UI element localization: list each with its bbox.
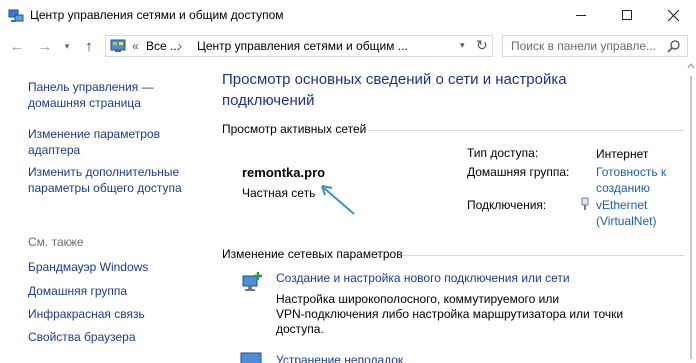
minimize-button[interactable] (558, 0, 604, 30)
close-button[interactable] (650, 0, 696, 30)
sidebar-item-firewall[interactable]: Брандмауэр Windows (28, 259, 148, 275)
new-connection-description: Настройка широкополосного, коммутируемог… (276, 292, 623, 337)
search-placeholder: Поиск в панели управле... (511, 39, 657, 53)
annotation-arrow-icon (321, 185, 355, 215)
sidebar-item-label: параметры общего доступа (28, 181, 182, 195)
divider (368, 130, 684, 131)
sidebar-item-label: Изменение параметров (28, 127, 160, 141)
troubleshoot-icon (240, 352, 262, 363)
sidebar-item-label: Панель управления — (28, 80, 154, 94)
network-name: remontka.pro (242, 165, 326, 180)
minimize-icon (576, 14, 586, 16)
connection-link-line: (VirtualNet) (596, 214, 657, 228)
connections-label: Подключения: (467, 198, 547, 212)
active-networks-heading: Просмотр активных сетей (222, 122, 367, 136)
maximize-button[interactable] (604, 0, 650, 30)
connection-link-line: vEthernet (596, 198, 648, 212)
network-type-link[interactable]: Частная сеть (242, 186, 315, 200)
homegroup-link-line: созданию (596, 181, 650, 195)
window-title: Центр управления сетями и общим доступом (30, 8, 284, 22)
control-panel-icon (110, 39, 126, 52)
ethernet-icon (581, 197, 589, 210)
homegroup-label: Домашняя группа: (467, 165, 570, 179)
homegroup-link[interactable]: Готовность к созданию (596, 164, 666, 196)
page-title-line: Просмотр основных сведений о сети и наст… (222, 71, 567, 88)
maximize-icon (622, 10, 632, 20)
sidebar-item-label: домашняя страница (28, 96, 141, 110)
refresh-icon[interactable]: ↻ (476, 37, 488, 54)
sidebar-item-adapter-settings[interactable]: Изменение параметров адаптера (28, 126, 160, 158)
description-line: Настройка широкополосного, коммутируемог… (276, 292, 560, 306)
search-input[interactable]: Поиск в панели управле... (502, 35, 688, 57)
access-type-label: Тип доступа: (467, 146, 539, 160)
search-icon[interactable] (667, 39, 681, 53)
troubleshoot-link[interactable]: Устранение неполадок (276, 353, 403, 363)
sidebar-item-label: Изменить дополнительные (28, 165, 180, 179)
description-line: доступа. (276, 322, 324, 336)
new-connection-link[interactable]: Создание и настройка нового подключения … (276, 271, 570, 285)
description-line: VPN-подключения либо настройка маршрутиз… (276, 307, 624, 321)
page-title-line: подключений (222, 92, 315, 109)
sidebar-item-control-panel-home[interactable]: Панель управления — домашняя страница (28, 79, 154, 111)
sidebar-item-sharing-settings[interactable]: Изменить дополнительные параметры общего… (28, 164, 182, 196)
address-bar[interactable]: « Все ... › Центр управления сетями и об… (105, 35, 493, 57)
network-center-icon (8, 9, 24, 22)
change-settings-heading: Изменение сетевых параметров (222, 247, 403, 261)
forward-arrow-icon[interactable]: → (36, 36, 54, 56)
back-arrow-icon[interactable]: ← (8, 36, 26, 56)
scrollbar[interactable] (686, 62, 696, 363)
sidebar-item-browser-properties[interactable]: Свойства браузера (28, 329, 136, 345)
connection-link[interactable]: vEthernet (VirtualNet) (596, 197, 656, 229)
breadcrumb-current[interactable]: Центр управления сетями и общим ... (197, 39, 408, 53)
see-also-heading: См. также (28, 235, 84, 249)
sidebar-item-infrared[interactable]: Инфракрасная связь (28, 306, 145, 322)
homegroup-link-line: Готовность к (596, 165, 667, 179)
sidebar-item-label: адаптера (28, 143, 81, 157)
breadcrumb-separator[interactable]: › (178, 39, 182, 53)
recent-locations-chevron-icon[interactable]: ▾ (58, 36, 76, 56)
title-bar: Центр управления сетями и общим доступом (0, 0, 696, 30)
page-title: Просмотр основных сведений о сети и наст… (222, 69, 567, 111)
divider (402, 255, 684, 256)
sidebar-item-homegroup[interactable]: Домашняя группа (28, 283, 127, 299)
up-arrow-icon[interactable]: ↑ (80, 36, 98, 56)
breadcrumb-all[interactable]: Все ... (146, 39, 180, 53)
address-dropdown-chevron-icon[interactable]: ▾ (460, 40, 465, 51)
close-icon (667, 9, 679, 21)
breadcrumb-overflow[interactable]: « (132, 39, 139, 53)
new-connection-icon (242, 272, 262, 291)
address-row: ← → ▾ ↑ « Все ... › Центр управления сет… (0, 30, 696, 62)
access-type-value: Интернет (596, 147, 649, 161)
